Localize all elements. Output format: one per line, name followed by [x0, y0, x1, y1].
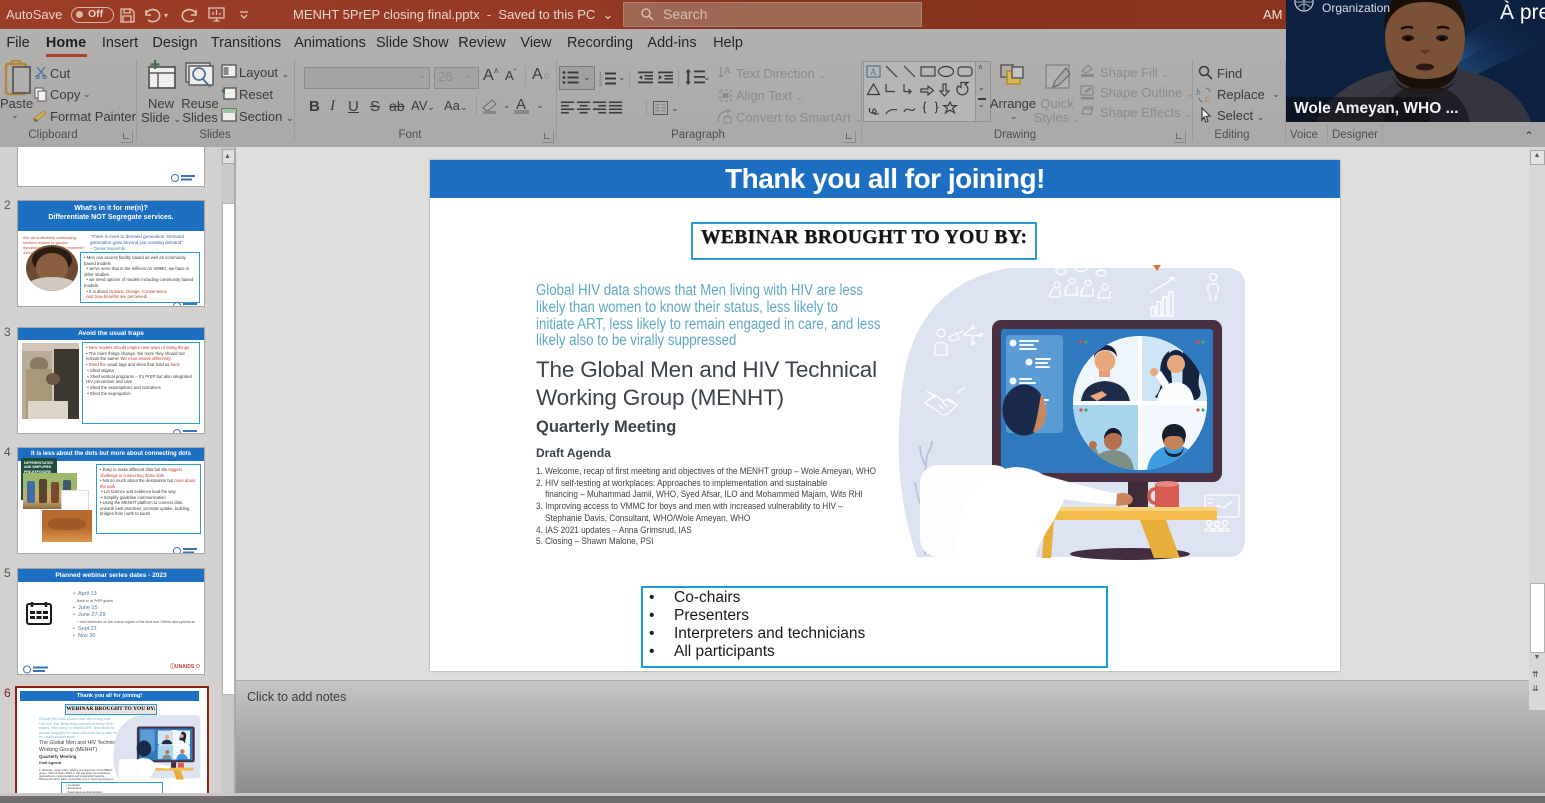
svg-text:A: A [724, 66, 731, 77]
svg-text:b: b [1196, 87, 1201, 97]
svg-text:3: 3 [599, 82, 602, 86]
svg-text:c: c [1205, 94, 1209, 103]
svg-text:A: A [870, 67, 877, 77]
